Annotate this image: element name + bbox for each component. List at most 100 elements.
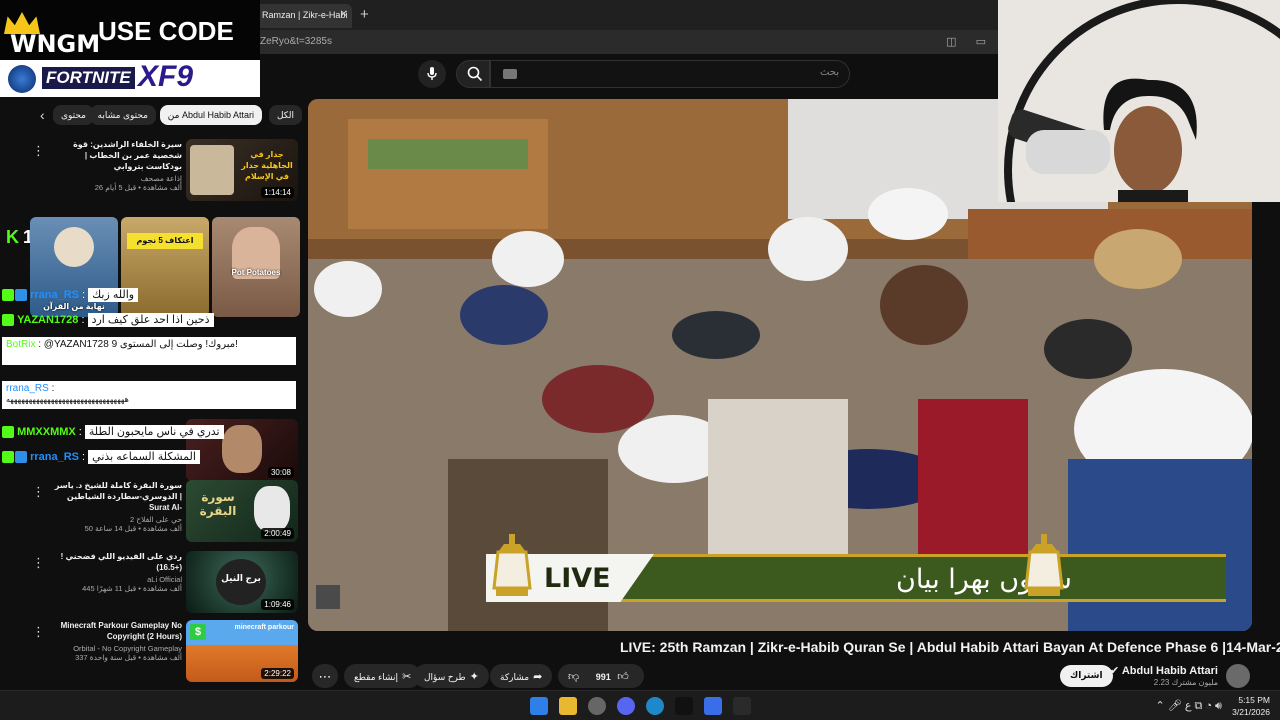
chat-user: YAZAN1728 (17, 314, 79, 326)
search-placeholder: بحث (819, 67, 839, 78)
chat-message: rrana_RS : ههههههههههههههههههههههههههههه… (2, 381, 296, 409)
rec-thumbnail[interactable]: $ minecraft parkour 2:29:22 (186, 620, 298, 682)
clip-label: إنشاء مقطع (354, 672, 399, 682)
address-bar[interactable]: ZeRyo&t=3285s ◫ ▭ (256, 30, 1000, 54)
edge-icon[interactable] (646, 697, 664, 715)
rec-thumbnail[interactable]: سورة البقرة 2:00:49 (186, 480, 298, 542)
app-icon[interactable] (704, 697, 722, 715)
rec-meta: سيرة الخلفاء الراشدين: قوة شخصية عمر بن … (48, 139, 182, 192)
list-item[interactable]: ⋮ سورة البقرة كاملة للشيخ د. ياسر الدوسر… (0, 480, 308, 546)
channel-name-text: Abdul Habib Attari (1121, 665, 1218, 677)
thumbnail-person (222, 425, 262, 473)
rec-title: سيرة الخلفاء الراشدين: قوة شخصية عمر بن … (73, 140, 182, 171)
rec-title: سورة البقرة كاملة للشيخ د. ياسر الدوسري-… (54, 481, 182, 512)
chip-from-channel[interactable]: من Abdul Habib Attari (159, 105, 262, 125)
obs-icon[interactable] (733, 697, 751, 715)
rec-meta: سورة البقرة كاملة للشيخ د. ياسر الدوسري-… (48, 480, 182, 533)
subscribe-button[interactable]: اشتراك (1060, 665, 1113, 687)
share-icon: ➦ (533, 671, 543, 683)
duration-badge: 1:09:46 (261, 599, 294, 610)
tab-close-icon[interactable]: ✕ (340, 9, 348, 20)
rec-thumbnail[interactable]: جدار في الجاهلية جدار في الإسلام 1:14:14 (186, 139, 298, 201)
mic-icon (427, 67, 437, 80)
kick-badge-icon (2, 451, 14, 464)
chat-text: @YAZAN1728 مبروك! وصلت إلى المستوى 9! (43, 339, 238, 350)
address-bar-icons[interactable]: ◫ ▭ (946, 35, 994, 48)
chat-message: MMXXMMX : تدري في ناس مايحبون الطلة (2, 425, 224, 443)
stream-promo-overlay: WNGM USE CODE FORTNITE XF9 (0, 0, 260, 97)
like-icon[interactable]: 👍︎ (617, 671, 629, 683)
promo-code: XF9 (138, 60, 194, 93)
rec-thumbnail[interactable]: برج النيل 1:09:46 (186, 551, 298, 613)
kick-badge-icon (2, 314, 14, 327)
clip-button[interactable]: إنشاء مقطع ✂ (344, 664, 422, 688)
tiktok-icon[interactable] (675, 697, 693, 715)
verified-icon: ✔ (1109, 665, 1122, 677)
share-button[interactable]: مشاركة ➦ (490, 664, 553, 688)
search-button[interactable] (456, 60, 490, 88)
search-input[interactable]: بحث (490, 60, 850, 88)
video-actions: ⋯ إنشاء مقطع ✂ طرح سؤال ✦ مشاركة ➦ 👎︎ 991 👍… (308, 662, 998, 690)
avatar[interactable] (1226, 664, 1250, 688)
rec-title: Minecraft Parkour Gameplay No Copyright … (60, 621, 182, 641)
channel-name[interactable]: ✔ Abdul Habib Attari (1110, 664, 1218, 677)
thumb-text: minecraft parkour (234, 624, 294, 631)
list-item[interactable]: ⋮ سيرة الخلفاء الراشدين: قوة شخصية عمر ب… (0, 139, 308, 205)
chip-related[interactable]: محتوى مشابه (89, 105, 156, 125)
browser-tab[interactable]: Ramzan | Zikr-e-Habi ✕ (256, 4, 352, 28)
new-tab-button[interactable]: + (360, 6, 369, 23)
kick-icon: K (6, 227, 19, 247)
file-explorer-icon[interactable] (559, 697, 577, 715)
clock-time: 5:15 PM (1238, 695, 1270, 705)
list-item[interactable]: ⋮ ردي على الفيديو اللي فضحني ! (+16.5) a… (0, 551, 308, 617)
chip-all[interactable]: الكل (268, 105, 302, 125)
rec-title: ردي على الفيديو اللي فضحني ! (+16.5) (60, 552, 182, 572)
short-caption: اعتكاف 5 نجوم (127, 233, 203, 249)
more-options-icon[interactable]: ⋮ (32, 624, 45, 640)
voice-search-button[interactable] (418, 60, 446, 88)
banner-green: سنتوں بھرا بیان (616, 554, 1226, 602)
discord-icon[interactable] (617, 697, 635, 715)
share-label: مشاركة (500, 672, 530, 682)
ask-button[interactable]: طرح سؤال ✦ (414, 664, 489, 688)
chat-user: BotRix (6, 339, 36, 350)
more-options-icon[interactable]: ⋮ (32, 143, 45, 159)
windows-start-icon[interactable] (530, 697, 548, 715)
chat-text: تدري في ناس مايحبون الطلة (84, 425, 224, 439)
chat-text: ههههههههههههههههههههههههههههههههه (6, 395, 129, 404)
rec-views: 337 ألف مشاهدة • قبل سنة واحدة (75, 653, 182, 662)
scissors-icon: ✂ (402, 671, 412, 683)
duration-badge: 2:00:49 (261, 528, 294, 539)
filter-chips: الكل من Abdul Habib Attari محتوى مشابه م… (36, 105, 302, 125)
more-options-icon[interactable]: ⋮ (32, 555, 45, 571)
short-item[interactable]: Pot Potatoes (212, 217, 300, 317)
chat-text: والله زبك (88, 288, 139, 302)
rec-views: 26 ألف مشاهدة • قبل 5 أيام (94, 183, 182, 192)
list-item[interactable]: ⋮ Minecraft Parkour Gameplay No Copyrigh… (0, 620, 308, 686)
chrome-icon[interactable] (588, 697, 606, 715)
chat-message: rrana_RS : المشكلة السماعه بذني (2, 450, 200, 468)
more-options-icon[interactable]: ⋮ (32, 484, 45, 500)
kick-badge-icon (2, 289, 14, 302)
rec-channel: إذاعة مصحف (140, 174, 182, 183)
chat-user: rrana_RS (30, 289, 79, 301)
promo-use-code: USE CODE (98, 16, 234, 46)
chat-message: BotRix : @YAZAN1728 مبروك! وصلت إلى المس… (2, 337, 296, 365)
chat-text: ذحين اذا احد علق كيف ارد (87, 313, 214, 327)
thumb-text: سورة البقرة (199, 490, 237, 518)
keyboard-icon[interactable] (503, 69, 517, 79)
clock[interactable]: 5:15 PM 3/21/2026 (1232, 694, 1270, 718)
system-tray[interactable]: ⌃ 🎤︎ ع ⧉ ◔ 🔊︎ (1156, 699, 1222, 713)
sub-badge-icon (15, 289, 27, 302)
more-actions-button[interactable]: ⋯ (312, 664, 338, 688)
screen: Ramzan | Zikr-e-Habi ✕ + ZeRyo&t=3285s ◫… (0, 0, 1280, 720)
search-icon (467, 66, 483, 82)
rec-meta: Minecraft Parkour Gameplay No Copyright … (48, 620, 182, 662)
tray-language: ع (1184, 700, 1192, 712)
thumbnail-person (254, 486, 290, 532)
short-person (54, 227, 94, 267)
chip-content[interactable]: محتوى (52, 105, 94, 125)
short-caption: Pot Potatoes (231, 268, 281, 277)
dislike-icon[interactable]: 👎︎ (568, 671, 579, 683)
rec-views: 50 ألف مشاهدة • قبل 14 ساعة (84, 524, 182, 533)
